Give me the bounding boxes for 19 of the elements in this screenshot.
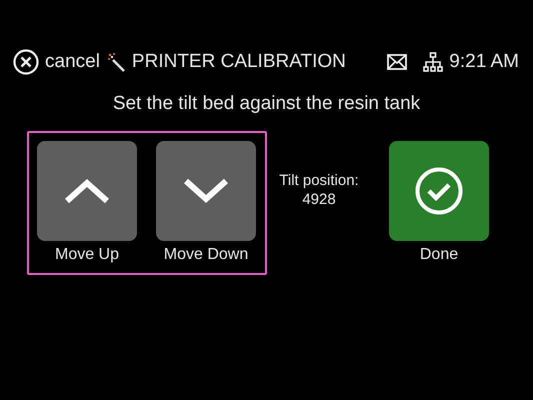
chevron-down-icon xyxy=(183,178,229,204)
done-button[interactable] xyxy=(389,141,489,241)
envelope-icon xyxy=(387,54,408,70)
button-label: Move Up xyxy=(54,245,120,265)
move-up-button[interactable] xyxy=(37,141,137,241)
move-down-button[interactable] xyxy=(156,141,256,241)
clock-time: 9:21 AM xyxy=(449,51,519,73)
tilt-position-label: Tilt position: xyxy=(279,171,359,190)
cancel-button[interactable]: cancel xyxy=(13,49,100,75)
screen-title: PRINTER CALIBRATION xyxy=(132,51,346,73)
magic-wand-icon xyxy=(106,52,126,72)
tilt-position-value: 4928 xyxy=(302,190,336,209)
button-label: Done xyxy=(420,245,458,265)
chevron-up-icon xyxy=(64,178,110,204)
instruction-text: Set the tilt bed against the resin tank xyxy=(112,93,420,116)
button-label: Move Down xyxy=(164,245,248,265)
check-circle-icon xyxy=(414,166,464,216)
close-icon xyxy=(13,49,39,75)
network-icon xyxy=(423,52,444,72)
